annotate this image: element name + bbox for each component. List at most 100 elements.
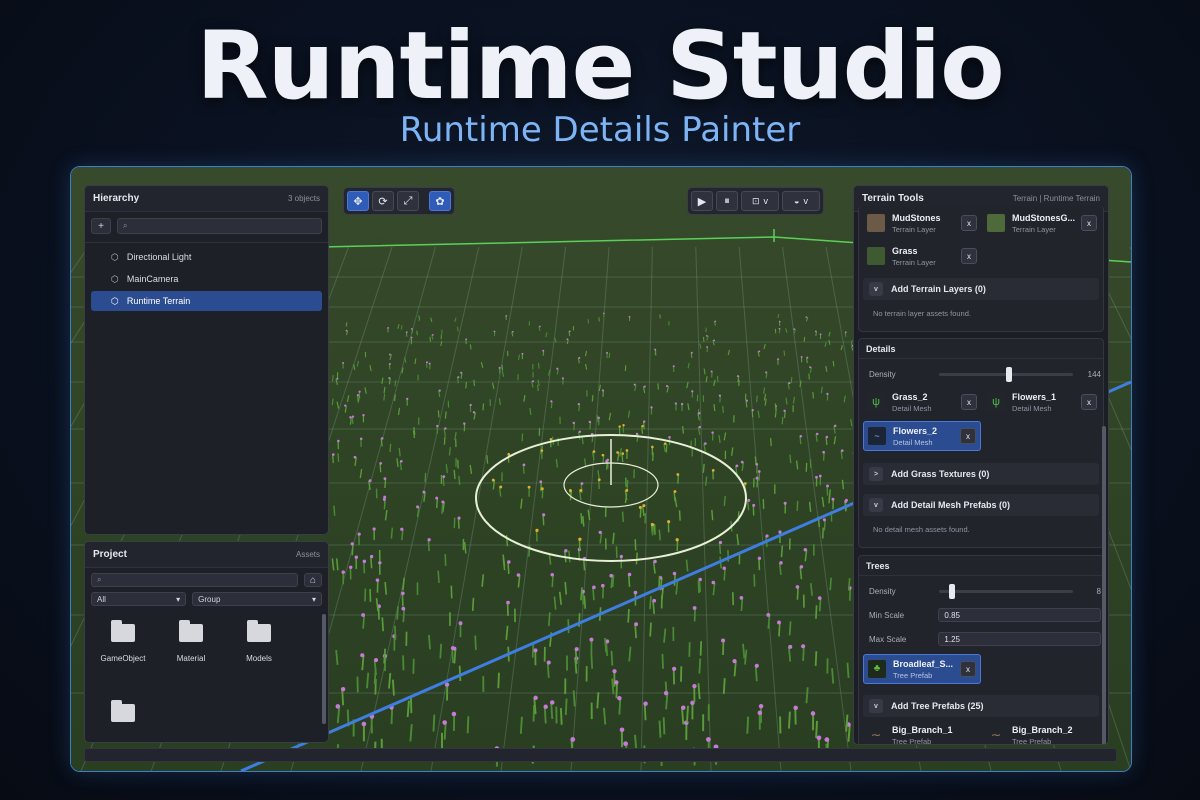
hierarchy-item-main-camera[interactable]: ⬡ MainCamera [91,269,322,289]
hierarchy-item-directional-light[interactable]: ⬡ Directional Light [91,247,322,267]
flower [736,375,739,378]
scale-tool-button[interactable]: ⤢ [397,191,419,211]
grass-blade [507,561,510,575]
terrain-tools-panel: Terrain Tools Terrain | Runtime Terrain … [853,185,1109,745]
detail-item-flowers-1[interactable]: ψ Flowers_1 Detail Mesh x [983,387,1101,417]
remove-layer-button[interactable]: x [961,215,977,231]
flower [622,424,625,427]
folder-icon [247,620,271,642]
trees-density-slider[interactable] [939,583,1073,599]
project-search-input[interactable]: ⌕ [91,573,298,587]
slider-thumb[interactable] [949,583,956,599]
tree-prefab-big-branch-1[interactable]: ⁓ Big_Branch_1 Tree Prefab [863,720,981,745]
add-terrain-layers-button[interactable]: v Add Terrain Layers (0) [863,278,1099,300]
layer-item-mudstones[interactable]: MudStones Terrain Layer x [863,208,981,238]
flower [460,371,463,374]
rotate-tool-button[interactable]: ⟳ [372,191,394,211]
grass-blade [543,706,547,724]
add-tree-prefabs-button[interactable]: v Add Tree Prefabs (25) [863,695,1099,717]
grass-blade [787,711,791,729]
grass-blade [627,574,631,587]
project-scrollbar[interactable] [322,614,326,724]
flower [826,484,829,488]
grass-blade [604,637,607,653]
max-scale-input[interactable]: 1.25 [938,632,1101,646]
flower [521,352,524,355]
grass-blade [363,561,366,574]
folder-models[interactable]: Models [229,620,289,663]
filter-dropdown[interactable]: All ▾ [91,592,187,606]
add-detail-mesh-button[interactable]: v Add Detail Mesh Prefabs (0) [863,494,1099,516]
tree-item-broadleaf[interactable]: ♣ Broadleaf_S... Tree Prefab x [863,654,981,684]
grass-blade [618,698,622,715]
flower [831,497,835,501]
grass-blade [541,488,544,499]
remove-detail-button[interactable]: x [961,394,977,410]
pivot-dropdown[interactable]: ⊡ v [741,191,779,211]
grass-blade [823,519,826,531]
detail-item-flowers-2[interactable]: ~ Flowers_2 Detail Mesh x [863,421,981,451]
grass-blade [829,577,832,591]
density-value: 144 [1087,369,1101,379]
home-button[interactable]: ⌂ [304,573,322,587]
move-tool-button[interactable]: ✥ [347,191,369,211]
remove-layer-button[interactable]: x [1081,215,1097,231]
remove-layer-button[interactable]: x [961,248,977,264]
grass-blade [546,662,550,678]
filter-value: All [97,594,106,604]
flower [616,451,619,454]
pause-button[interactable]: ⏸ [716,191,738,211]
grass-blade [501,364,504,371]
remove-detail-button[interactable]: x [960,428,976,444]
grass-blade [802,646,805,662]
density-value: 8 [1096,586,1101,596]
terrain-breadcrumb: Terrain | Runtime Terrain [1012,194,1100,203]
flower [739,595,744,600]
flower [605,459,608,463]
tree-prefab-big-branch-2[interactable]: ⁓ Big_Branch_2 Tree Prefab [983,720,1101,745]
play-button[interactable]: ▶ [691,191,713,211]
flower [825,435,829,439]
flower [826,392,829,395]
flower [691,390,694,393]
flower [609,573,613,578]
layer-item-mudstonesg[interactable]: MudStonesG... Terrain Layer x [983,208,1101,238]
flower [369,554,374,559]
view-dropdown[interactable]: ◒ v [782,191,820,211]
terrain-tools-title: Terrain Tools [862,193,924,204]
remove-detail-button[interactable]: x [1081,394,1097,410]
add-object-button[interactable]: + [91,218,111,234]
detail-item-grass-2[interactable]: ψ Grass_2 Detail Mesh x [863,387,981,417]
flower [711,469,715,472]
details-density-slider[interactable] [939,366,1073,382]
flower [344,404,347,407]
grass-blade [790,377,793,384]
grass-blade [574,649,578,664]
layer-item-grass[interactable]: Grass Terrain Layer x [863,241,981,271]
hierarchy-item-label: Runtime Terrain [126,296,191,306]
chevron-right-icon: > [869,467,883,481]
group-dropdown[interactable]: Group ▾ [192,592,322,606]
grass-blade [611,678,615,695]
folder-unnamed[interactable] [93,700,153,722]
grass-blade [351,543,354,556]
flower [625,449,629,452]
paint-tool-button[interactable]: ✿ [429,191,451,211]
hierarchy-item-runtime-terrain[interactable]: ⬡ Runtime Terrain [91,291,322,311]
flower [757,470,761,473]
terrain-tools-scrollbar[interactable] [1102,426,1106,744]
flower [578,356,581,359]
flower [493,330,496,333]
min-scale-input[interactable]: 0.85 [938,608,1101,622]
flower [606,351,608,354]
folder-gameobject[interactable]: GameObject [93,620,153,663]
hierarchy-search-input[interactable]: ⌕ [117,218,322,234]
grass-blade [331,375,334,382]
grass-blade [457,518,460,529]
remove-tree-button[interactable]: x [960,661,976,677]
details-title: Details [859,339,1103,359]
slider-thumb[interactable] [1005,366,1012,382]
flower [499,485,503,489]
add-grass-textures-button[interactable]: > Add Grass Textures (0) [863,463,1099,485]
folder-material[interactable]: Material [161,620,221,663]
